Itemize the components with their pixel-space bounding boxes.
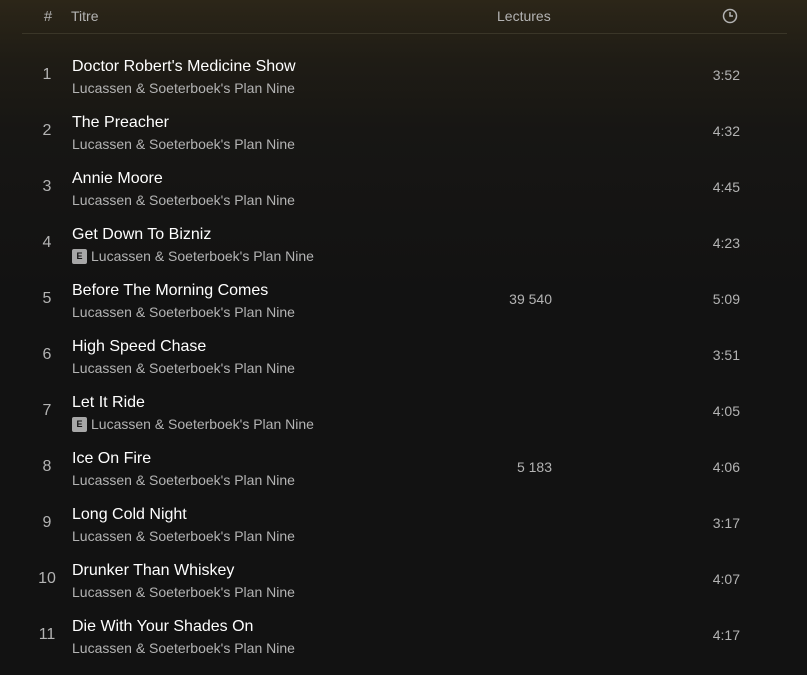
track-artist-line: Lucassen & Soeterboek's Plan Nine [72, 359, 472, 377]
track-title[interactable]: High Speed Chase [72, 337, 472, 357]
track-row[interactable]: 1 Doctor Robert's Medicine Show Lucassen… [22, 48, 787, 104]
track-artist-line: Lucassen & Soeterboek's Plan Nine [72, 191, 472, 209]
track-title-block: Annie Moore Lucassen & Soeterboek's Plan… [72, 169, 472, 209]
track-number: 7 [42, 402, 52, 419]
track-title[interactable]: Die With Your Shades On [72, 617, 472, 637]
track-number: 1 [42, 66, 52, 83]
column-header-number: # [43, 8, 53, 25]
track-row[interactable]: 3 Annie Moore Lucassen & Soeterboek's Pl… [22, 160, 787, 216]
track-plays: 39 540 [509, 291, 552, 307]
track-rows: 1 Doctor Robert's Medicine Show Lucassen… [22, 48, 787, 664]
track-row[interactable]: 8 Ice On Fire Lucassen & Soeterboek's Pl… [22, 440, 787, 496]
track-artist[interactable]: Lucassen & Soeterboek's Plan Nine [72, 639, 295, 657]
track-duration: 4:05 [712, 403, 740, 419]
track-title-block: High Speed Chase Lucassen & Soeterboek's… [72, 337, 472, 377]
track-title-block: Doctor Robert's Medicine Show Lucassen &… [72, 57, 472, 97]
track-row[interactable]: 5 Before The Morning Comes Lucassen & So… [22, 272, 787, 328]
track-row[interactable]: 9 Long Cold Night Lucassen & Soeterboek'… [22, 496, 787, 552]
tracklist: # Titre Lectures 1 Doctor Robert's Medic… [22, 0, 787, 656]
track-row[interactable]: 11 Die With Your Shades On Lucassen & So… [22, 608, 787, 664]
track-title[interactable]: The Preacher [72, 113, 472, 133]
track-artist[interactable]: Lucassen & Soeterboek's Plan Nine [72, 527, 295, 545]
track-duration: 4:06 [712, 459, 740, 475]
track-artist[interactable]: Lucassen & Soeterboek's Plan Nine [72, 359, 295, 377]
track-duration: 4:07 [712, 571, 740, 587]
track-duration: 4:45 [712, 179, 740, 195]
track-title-block: The Preacher Lucassen & Soeterboek's Pla… [72, 113, 472, 153]
track-artist-line: Lucassen & Soeterboek's Plan Nine [72, 583, 472, 601]
track-row[interactable]: 7 Let It Ride E Lucassen & Soeterboek's … [22, 384, 787, 440]
track-title[interactable]: Get Down To Bizniz [72, 225, 472, 245]
clock-icon[interactable] [722, 8, 738, 24]
track-title-block: Drunker Than Whiskey Lucassen & Soeterbo… [72, 561, 472, 601]
track-number: 2 [42, 122, 52, 139]
track-artist-line: Lucassen & Soeterboek's Plan Nine [72, 303, 472, 321]
column-header-plays[interactable]: Lectures [497, 8, 551, 24]
track-artist-line: Lucassen & Soeterboek's Plan Nine [72, 471, 472, 489]
track-duration: 3:51 [712, 347, 740, 363]
track-artist-line: Lucassen & Soeterboek's Plan Nine [72, 527, 472, 545]
track-artist[interactable]: Lucassen & Soeterboek's Plan Nine [72, 135, 295, 153]
clock-icon-svg [722, 8, 738, 24]
track-number: 11 [38, 626, 56, 643]
track-duration: 4:17 [712, 627, 740, 643]
track-artist-line: E Lucassen & Soeterboek's Plan Nine [72, 415, 472, 433]
track-artist-line: Lucassen & Soeterboek's Plan Nine [72, 79, 472, 97]
track-duration: 4:32 [712, 123, 740, 139]
column-header-title[interactable]: Titre [71, 8, 98, 24]
track-number: 8 [42, 458, 52, 475]
track-title-block: Die With Your Shades On Lucassen & Soete… [72, 617, 472, 657]
track-title[interactable]: Ice On Fire [72, 449, 472, 469]
track-artist-line: Lucassen & Soeterboek's Plan Nine [72, 135, 472, 153]
track-number: 9 [42, 514, 52, 531]
track-title-block: Ice On Fire Lucassen & Soeterboek's Plan… [72, 449, 472, 489]
track-number: 3 [42, 178, 52, 195]
track-row[interactable]: 4 Get Down To Bizniz E Lucassen & Soeter… [22, 216, 787, 272]
track-artist[interactable]: Lucassen & Soeterboek's Plan Nine [72, 471, 295, 489]
track-title-block: Let It Ride E Lucassen & Soeterboek's Pl… [72, 393, 472, 433]
track-artist[interactable]: Lucassen & Soeterboek's Plan Nine [72, 191, 295, 209]
track-title[interactable]: Before The Morning Comes [72, 281, 472, 301]
track-plays: 5 183 [516, 459, 552, 475]
track-title[interactable]: Long Cold Night [72, 505, 472, 525]
track-row[interactable]: 2 The Preacher Lucassen & Soeterboek's P… [22, 104, 787, 160]
track-title-block: Get Down To Bizniz E Lucassen & Soeterbo… [72, 225, 472, 265]
explicit-badge: E [72, 416, 87, 432]
track-duration: 3:17 [712, 515, 740, 531]
track-number: 10 [38, 570, 56, 587]
tracklist-header: # Titre Lectures [22, 0, 787, 34]
track-title[interactable]: Drunker Than Whiskey [72, 561, 472, 581]
track-duration: 5:09 [712, 291, 740, 307]
track-title[interactable]: Annie Moore [72, 169, 472, 189]
track-number: 6 [42, 346, 52, 363]
track-number: 5 [42, 290, 52, 307]
track-artist[interactable]: Lucassen & Soeterboek's Plan Nine [72, 303, 295, 321]
track-artist[interactable]: Lucassen & Soeterboek's Plan Nine [91, 415, 314, 433]
track-title-block: Before The Morning Comes Lucassen & Soet… [72, 281, 472, 321]
track-artist-line: E Lucassen & Soeterboek's Plan Nine [72, 247, 472, 265]
track-title[interactable]: Let It Ride [72, 393, 472, 413]
track-title[interactable]: Doctor Robert's Medicine Show [72, 57, 472, 77]
explicit-badge: E [72, 248, 87, 264]
track-artist[interactable]: Lucassen & Soeterboek's Plan Nine [72, 583, 295, 601]
track-title-block: Long Cold Night Lucassen & Soeterboek's … [72, 505, 472, 545]
track-artist[interactable]: Lucassen & Soeterboek's Plan Nine [91, 247, 314, 265]
track-number: 4 [42, 234, 52, 251]
track-row[interactable]: 10 Drunker Than Whiskey Lucassen & Soete… [22, 552, 787, 608]
track-artist[interactable]: Lucassen & Soeterboek's Plan Nine [72, 79, 295, 97]
track-artist-line: Lucassen & Soeterboek's Plan Nine [72, 639, 472, 657]
track-duration: 3:52 [712, 67, 740, 83]
track-duration: 4:23 [712, 235, 740, 251]
track-row[interactable]: 6 High Speed Chase Lucassen & Soeterboek… [22, 328, 787, 384]
